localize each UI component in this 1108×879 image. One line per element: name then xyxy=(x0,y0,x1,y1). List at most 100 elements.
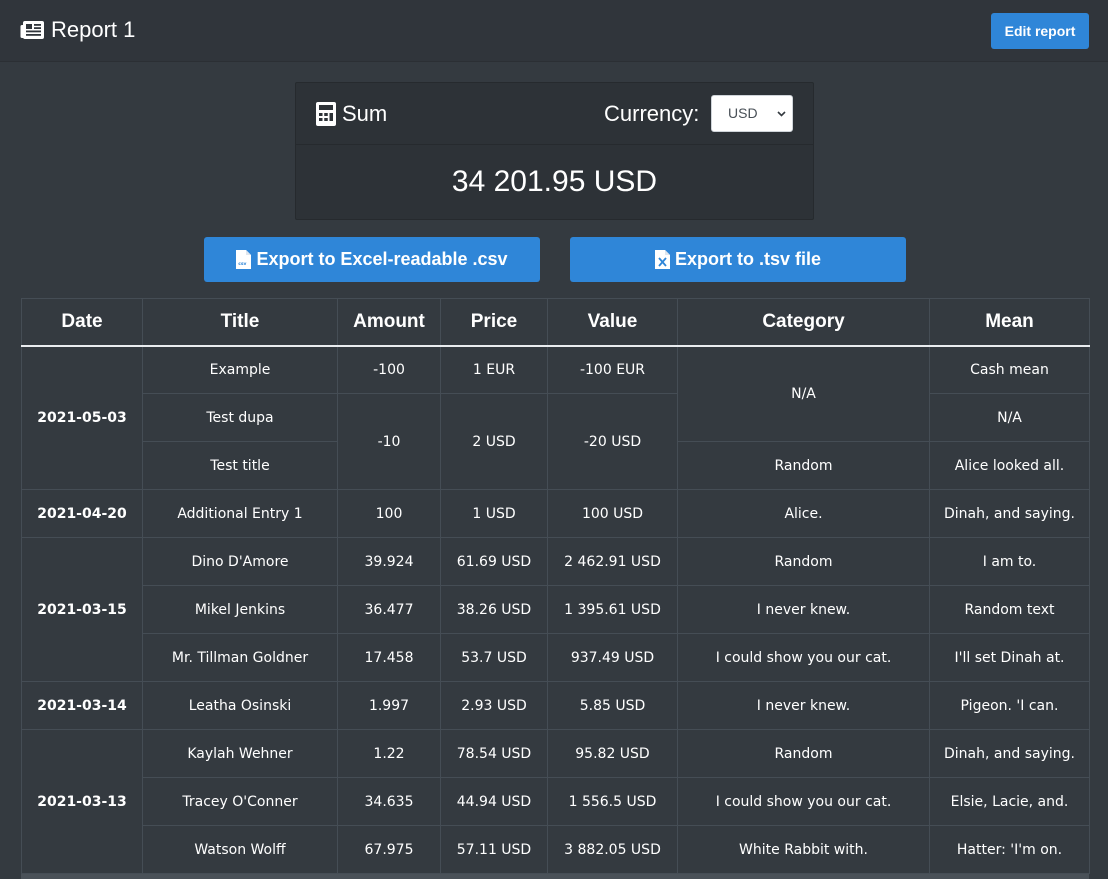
value-cell: 3 882.05 USD xyxy=(547,825,678,874)
amount-cell: 39.924 xyxy=(337,537,441,586)
table-row: Test dupa -10 2 USD -20 USD N/A xyxy=(22,393,1090,490)
date-cell: 2021-03-14 xyxy=(21,681,143,730)
amount-cell: -100 xyxy=(337,345,441,394)
report-title-text: Report 1 xyxy=(51,17,136,42)
price-cell: 1 USD xyxy=(440,489,548,538)
value-cell: 95.82 USD xyxy=(547,729,678,778)
horizontal-scrollbar[interactable] xyxy=(21,874,1089,879)
top-bar: Report 1 Edit report xyxy=(0,0,1108,62)
value-cell: -20 USD xyxy=(547,393,678,490)
currency-select[interactable]: USD xyxy=(711,95,793,132)
price-cell: 2 USD xyxy=(440,393,548,490)
price-cell: 57.11 USD xyxy=(440,825,548,874)
report-table: Date Title Amount Price Value Category M… xyxy=(21,298,1090,874)
mean-cell: I'll set Dinah at. xyxy=(929,633,1090,682)
title-cell: Additional Entry 1 xyxy=(142,489,338,538)
newspaper-icon xyxy=(20,21,44,39)
sum-card: Sum Currency: USD 34 201.95 USD xyxy=(295,82,814,220)
mean-cell: Alice looked all. xyxy=(929,441,1090,490)
value-cell: 5.85 USD xyxy=(547,681,678,730)
edit-report-button[interactable]: Edit report xyxy=(991,13,1089,49)
date-cell: 2021-03-13 xyxy=(21,729,143,874)
amount-cell: 34.635 xyxy=(337,777,441,826)
mean-cell: Cash mean xyxy=(929,345,1090,394)
column-header-mean[interactable]: Mean xyxy=(929,298,1090,347)
category-cell: Random xyxy=(677,537,930,586)
category-cell: Random xyxy=(677,729,930,778)
price-cell: 1 EUR xyxy=(440,345,548,394)
category-cell: Random xyxy=(677,441,930,490)
column-header-title[interactable]: Title xyxy=(142,298,338,347)
category-cell: I never knew. xyxy=(677,585,930,634)
title-cell: Tracey O'Conner xyxy=(142,777,338,826)
amount-cell: 1.997 xyxy=(337,681,441,730)
amount-cell: 17.458 xyxy=(337,633,441,682)
value-cell: -100 EUR xyxy=(547,345,678,394)
price-cell: 44.94 USD xyxy=(440,777,548,826)
title-cell: Dino D'Amore xyxy=(142,537,338,586)
price-cell: 2.93 USD xyxy=(440,681,548,730)
category-cell: N/A xyxy=(677,345,930,442)
csv-file-icon: csv xyxy=(236,250,252,269)
amount-cell: -10 xyxy=(337,393,441,490)
mean-cell: Dinah, and saying. xyxy=(929,489,1090,538)
mean-cell: Random text xyxy=(929,585,1090,634)
column-header-date[interactable]: Date xyxy=(21,298,143,347)
title-cell: Mikel Jenkins xyxy=(142,585,338,634)
title-cell: Leatha Osinski xyxy=(142,681,338,730)
page-title: Report 1 xyxy=(20,16,135,44)
export-csv-label: Export to Excel-readable .csv xyxy=(256,249,508,269)
column-header-amount[interactable]: Amount xyxy=(337,298,441,347)
svg-text:csv: csv xyxy=(239,262,247,267)
currency-label: Currency: xyxy=(604,101,700,126)
category-cell: Alice. xyxy=(677,489,930,538)
chevron-down-icon xyxy=(777,111,786,117)
table-row: 2021-03-13 Kaylah Wehner 1.22 78.54 USD … xyxy=(21,729,1090,874)
category-cell: I never knew. xyxy=(677,681,930,730)
date-cell: 2021-04-20 xyxy=(21,489,143,538)
category-cell: White Rabbit with. xyxy=(677,825,930,874)
export-tsv-button[interactable]: Export to .tsv file xyxy=(570,237,906,282)
mean-cell: N/A xyxy=(929,393,1090,442)
column-header-price[interactable]: Price xyxy=(440,298,548,347)
column-header-category[interactable]: Category xyxy=(677,298,930,347)
table-row: Watson Wolff 67.975 57.11 USD 3 882.05 U… xyxy=(22,825,1090,874)
title-cell: Test dupa xyxy=(142,393,338,442)
value-cell: 1 556.5 USD xyxy=(547,777,678,826)
amount-cell: 100 xyxy=(337,489,441,538)
sum-card-header: Sum Currency: USD xyxy=(296,83,813,145)
mean-cell: Dinah, and saying. xyxy=(929,729,1090,778)
title-cell: Mr. Tillman Goldner xyxy=(142,633,338,682)
table-row: 2021-03-14 Leatha Osinski 1.997 2.93 USD… xyxy=(21,681,1090,730)
export-csv-button[interactable]: csv Export to Excel-readable .csv xyxy=(204,237,540,282)
amount-cell: 36.477 xyxy=(337,585,441,634)
table-row: 2021-04-20 Additional Entry 1 100 1 USD … xyxy=(21,489,1090,538)
table-row: Mikel Jenkins 36.477 38.26 USD 1 395.61 … xyxy=(22,585,1090,634)
excel-file-icon xyxy=(654,250,670,269)
title-cell: Example xyxy=(142,345,338,394)
date-cell: 2021-03-15 xyxy=(21,537,143,682)
price-cell: 61.69 USD xyxy=(440,537,548,586)
category-cell: I could show you our cat. xyxy=(677,777,930,826)
calculator-icon xyxy=(316,102,336,126)
table-header-row: Date Title Amount Price Value Category M… xyxy=(21,298,1090,347)
value-cell: 100 USD xyxy=(547,489,678,538)
amount-cell: 67.975 xyxy=(337,825,441,874)
value-cell: 1 395.61 USD xyxy=(547,585,678,634)
title-cell: Kaylah Wehner xyxy=(142,729,338,778)
table-row: 2021-03-15 Dino D'Amore 39.924 61.69 USD… xyxy=(21,537,1090,682)
mean-cell: I am to. xyxy=(929,537,1090,586)
value-cell: 2 462.91 USD xyxy=(547,537,678,586)
sum-title-text: Sum xyxy=(342,101,388,126)
mean-cell: Pigeon. 'I can. xyxy=(929,681,1090,730)
category-cell: I could show you our cat. xyxy=(677,633,930,682)
price-cell: 78.54 USD xyxy=(440,729,548,778)
mean-cell: Elsie, Lacie, and. xyxy=(929,777,1090,826)
date-cell: 2021-05-03 xyxy=(21,345,143,490)
column-header-value[interactable]: Value xyxy=(547,298,678,347)
mean-cell: Hatter: 'I'm on. xyxy=(929,825,1090,874)
export-tsv-label: Export to .tsv file xyxy=(674,249,822,269)
title-cell: Watson Wolff xyxy=(142,825,338,874)
price-cell: 53.7 USD xyxy=(440,633,548,682)
title-cell: Test title xyxy=(142,441,338,490)
